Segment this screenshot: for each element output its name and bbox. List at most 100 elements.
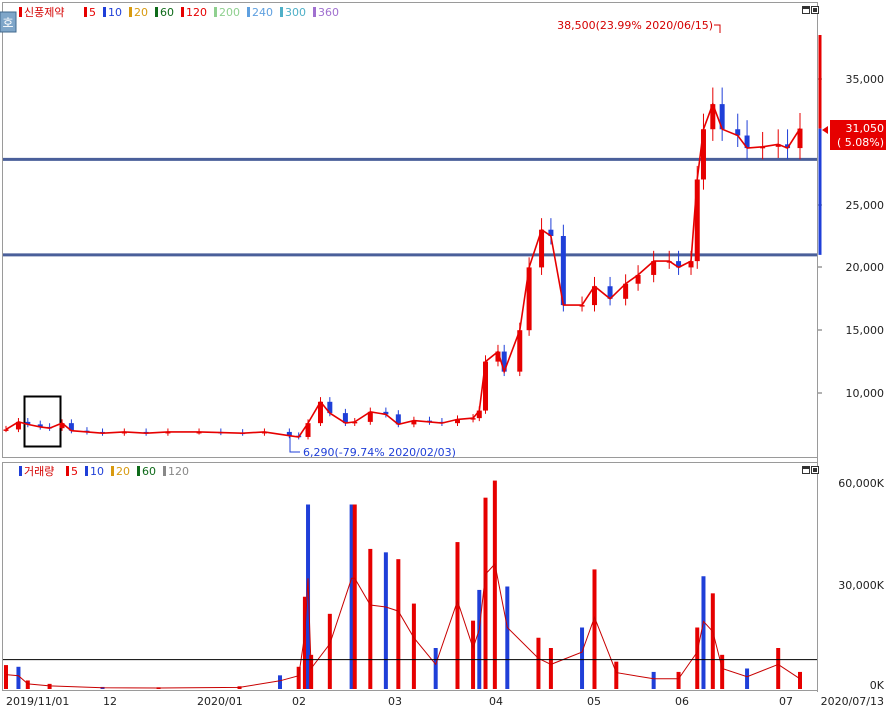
legend-volume-swatch	[19, 466, 22, 476]
price-ma-legend-label-240: 240	[252, 6, 273, 19]
volume-bar	[614, 661, 619, 689]
mode-toggle-button[interactable]: 호	[0, 11, 17, 33]
volume-ma-legend-label-10: 10	[90, 465, 104, 478]
volume-ma-line	[5, 562, 801, 689]
volume-bar	[505, 586, 510, 689]
y-tick-15000: 15,000	[846, 324, 885, 337]
x-label-2019-11: 2019/11/01	[6, 695, 69, 708]
volume-ma-legend-swatch-120	[163, 466, 166, 476]
volume-panel-close-icon[interactable]	[811, 466, 819, 474]
selection-box[interactable]	[23, 395, 62, 448]
x-label-end-date: 2020/07/13	[821, 695, 884, 708]
volume-bar	[16, 666, 21, 689]
price-close-line	[5, 101, 801, 438]
price-ma-legend-swatch-10	[103, 7, 106, 17]
price-ma-legend-swatch-20	[129, 7, 132, 17]
y-tick-35000: 35,000	[846, 73, 885, 86]
price-ma-legend-label-120: 120	[186, 6, 207, 19]
volume-y-axis: 60,000K 30,000K 0K	[838, 477, 884, 692]
volume-bar	[536, 637, 541, 689]
price-panel-maximize-icon[interactable]	[802, 6, 810, 14]
volume-bar	[396, 559, 401, 689]
y-tick-10000: 10,000	[846, 387, 885, 400]
current-price-value: 31,050	[846, 122, 885, 135]
volume-ma-legend-swatch-20	[111, 466, 114, 476]
volume-panel-maximize-icon[interactable]	[802, 466, 810, 474]
price-ma-legend-swatch-60	[155, 7, 158, 17]
price-legend: 신풍제약 5 10 20 60 120 200 240 300 360	[19, 5, 339, 19]
current-price-change: ( 5.08%)	[837, 136, 884, 149]
volume-bar	[296, 666, 301, 689]
volume-ma-legend-label-120: 120	[168, 465, 189, 478]
volume-bar	[710, 593, 715, 689]
x-label-02: 02	[292, 695, 306, 708]
x-label-03: 03	[388, 695, 402, 708]
price-panel-close-icon[interactable]	[811, 6, 819, 14]
volume-bar	[695, 627, 700, 689]
volume-bar	[455, 542, 460, 689]
price-ma-legend-label-300: 300	[285, 6, 306, 19]
volume-ma-legend-label-20: 20	[116, 465, 130, 478]
x-label-04: 04	[489, 695, 503, 708]
volume-ma-legend-swatch-60	[137, 466, 140, 476]
chart-marks	[3, 35, 822, 689]
volume-bar	[580, 627, 585, 689]
price-ma-legend-swatch-200	[214, 7, 217, 17]
volume-bar	[492, 480, 497, 689]
volume-bar	[483, 497, 488, 689]
volume-bar	[745, 668, 750, 689]
legend-stock-name: 신풍제약	[24, 5, 64, 19]
volume-bar	[701, 576, 706, 689]
volume-bar	[798, 671, 802, 689]
price-ma-legend-label-20: 20	[134, 6, 148, 19]
high-annotation-label: 38,500(23.99% 2020/06/15)	[557, 19, 713, 32]
volume-bar	[383, 552, 388, 689]
volume-bar	[411, 603, 416, 689]
x-label-05: 05	[587, 695, 601, 708]
low-annotation: 6,290(-79.74% 2020/02/03)	[289, 436, 456, 459]
x-label-12: 12	[103, 695, 117, 708]
volume-bar	[776, 648, 781, 689]
price-ma-legend-label-360: 360	[318, 6, 339, 19]
volume-bar	[25, 680, 30, 689]
vol-tick-30000: 30,000K	[838, 579, 884, 592]
volume-ma-legend-label-60: 60	[142, 465, 156, 478]
volume-bar	[592, 569, 597, 689]
price-ma-legend-swatch-5	[84, 7, 87, 17]
high-annotation: 38,500(23.99% 2020/06/15)	[557, 19, 721, 33]
stock-chart-canvas[interactable]: 호 신풍제약 5 10 20 60 120 200 240 300 360 거래량 5 10 20 6…	[0, 0, 887, 708]
price-ma-legend-swatch-300	[280, 7, 283, 17]
price-ma-legend-label-60: 60	[160, 6, 174, 19]
volume-bar	[676, 671, 681, 689]
mode-toggle-label: 호	[2, 16, 13, 30]
volume-bar	[352, 504, 357, 689]
x-label-07: 07	[779, 695, 793, 708]
price-ma-legend-label-200: 200	[219, 6, 240, 19]
volume-bar	[368, 548, 373, 689]
price-ma-legend-label-10: 10	[108, 6, 122, 19]
price-ma-legend-swatch-120	[181, 7, 184, 17]
vol-tick-60000: 60,000K	[838, 477, 884, 490]
volume-bar	[471, 620, 476, 689]
volume-legend: 거래량 5 10 20 60 120	[19, 465, 189, 478]
volume-ma-legend-swatch-5	[66, 466, 69, 476]
price-ma-legend-swatch-360	[313, 7, 316, 17]
volume-ma-legend-swatch-10	[85, 466, 88, 476]
volume-bar	[327, 613, 332, 689]
x-label-2020-01: 2020/01	[197, 695, 243, 708]
volume-bar	[278, 675, 283, 689]
price-ma-legend-swatch-240	[247, 7, 250, 17]
volume-bar	[548, 648, 553, 689]
candle-body	[3, 429, 9, 431]
volume-bar	[433, 648, 438, 689]
candle-body	[483, 361, 489, 411]
current-price-badge: 31,050 ( 5.08%)	[822, 120, 886, 150]
y-tick-20000: 20,000	[846, 261, 885, 274]
y-tick-25000: 25,000	[846, 199, 885, 212]
x-label-06: 06	[675, 695, 689, 708]
x-axis: 2019/11/01 12 2020/01 02 03 04 05 06 07 …	[6, 695, 884, 708]
price-ma-legend-label-5: 5	[89, 6, 96, 19]
low-annotation-label: 6,290(-79.74% 2020/02/03)	[303, 446, 456, 459]
legend-volume-title: 거래량	[24, 465, 54, 478]
volume-bar	[651, 671, 656, 689]
